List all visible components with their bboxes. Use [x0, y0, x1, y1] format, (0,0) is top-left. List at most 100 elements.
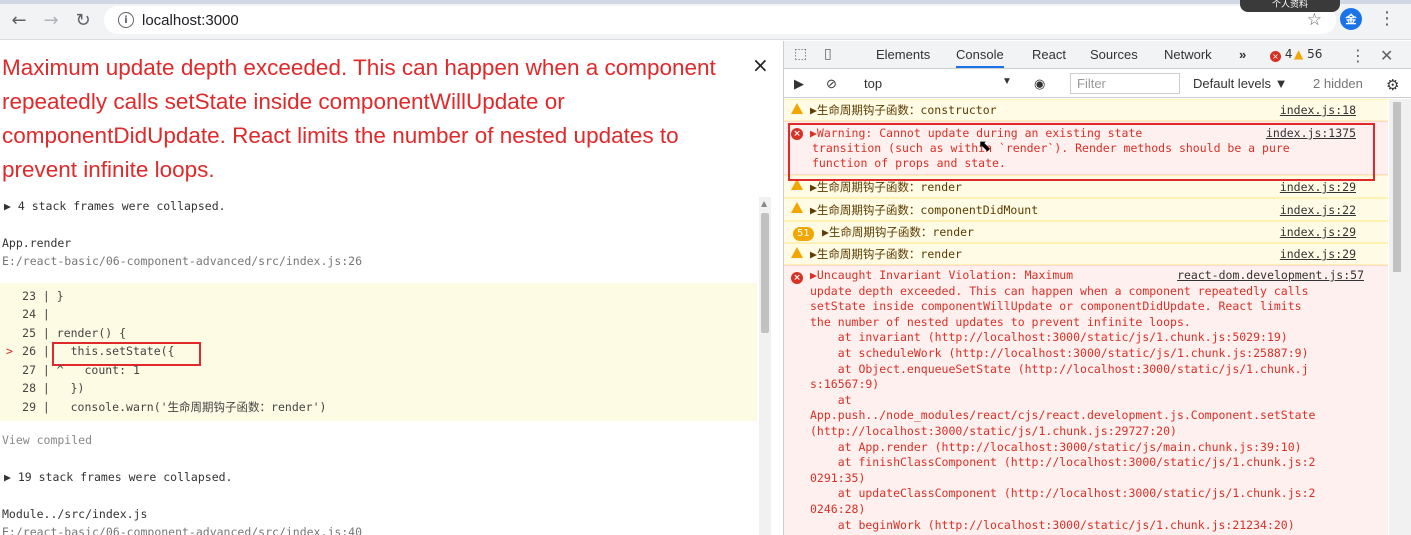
error-title: Maximum update depth exceeded. This can …: [2, 55, 716, 182]
devtools-tab-bar: ⬚ ▯ Elements Console React Sources Netwo…: [784, 41, 1411, 69]
console-message[interactable]: 51 ▶生命周期钩子函数：render index.js:29: [784, 221, 1388, 243]
forward-icon[interactable]: →: [40, 9, 62, 31]
chrome-menu-icon[interactable]: ⋮: [1378, 8, 1396, 29]
source-link[interactable]: index.js:29: [1280, 247, 1356, 263]
error-stack-trace: ▶Uncaught Invariant Violation: Maximum up…: [810, 268, 1370, 533]
collapsed-frames-toggle-2[interactable]: ▶ 19 stack frames were collapsed.: [4, 470, 232, 484]
code-line: >26 | this.setState({: [6, 344, 175, 359]
sidebar-toggle-icon[interactable]: ▶: [794, 76, 804, 92]
console-scrollbar[interactable]: [1389, 99, 1411, 535]
tab-elements[interactable]: Elements: [876, 47, 930, 62]
message-text[interactable]: ▶生命周期钩子函数：constructor: [810, 103, 997, 119]
warning-triangle-icon: ▲: [1294, 47, 1304, 61]
tab-react[interactable]: React: [1032, 47, 1066, 62]
message-text[interactable]: ▶生命周期钩子函数：render: [822, 225, 974, 241]
scroll-thumb[interactable]: [1393, 102, 1401, 272]
source-link[interactable]: react-dom.development.js:57: [1177, 268, 1364, 284]
collapsed-frames-toggle[interactable]: ▶ 4 stack frames were collapsed.: [4, 199, 226, 213]
uncaught-error-message[interactable]: × ▶Uncaught Invariant Violation: Maximum…: [784, 265, 1388, 535]
code-line: 25 | render() {: [6, 326, 126, 344]
message-text[interactable]: ▶生命周期钩子函数：render: [810, 247, 962, 263]
stack-trace-line: s:16567:9): [810, 377, 880, 392]
error-counter[interactable]: × 4: [1270, 47, 1292, 62]
reload-icon[interactable]: ↻: [72, 9, 94, 31]
scroll-up-arrow-icon[interactable]: ▲: [761, 199, 767, 208]
stack-trace-line: 0246:28): [810, 501, 866, 516]
back-icon[interactable]: ←: [8, 9, 30, 31]
console-message[interactable]: ▶生命周期钩子函数：componentDidMount index.js:22: [784, 198, 1388, 221]
tab-sources[interactable]: Sources: [1090, 47, 1138, 62]
line-number: 29: [22, 400, 36, 415]
context-select[interactable]: top ▼: [864, 76, 1014, 91]
code-text: }: [49, 289, 64, 303]
context-value: top: [864, 76, 883, 91]
bookmark-star-icon[interactable]: ☆: [1307, 10, 1322, 30]
stack-trace-line: 0291:35): [810, 470, 866, 485]
warning-counter[interactable]: ▲ 56: [1294, 47, 1322, 61]
profile-chip[interactable]: 个人资料: [1240, 0, 1340, 12]
window-top-strip: [0, 0, 1411, 4]
line-number: 25: [22, 325, 36, 340]
view-compiled-link[interactable]: View compiled: [2, 433, 92, 447]
stack-frame-function: App.render: [2, 236, 72, 250]
stack-frame-path-2[interactable]: E:/react-basic/06-component-advanced/src…: [2, 525, 362, 535]
error-circle-icon: ×: [1270, 51, 1281, 62]
repeat-count-badge: 51: [793, 225, 814, 241]
code-line: 28 | }): [6, 381, 84, 399]
code-text: this.setState({: [49, 344, 175, 359]
message-text[interactable]: ▶生命周期钩子函数：render: [810, 180, 962, 196]
warning-icon: [791, 247, 803, 263]
code-text: }): [49, 381, 85, 395]
stack-trace-line: setState inside componentWillUpdate or c…: [810, 299, 1302, 314]
console-message[interactable]: ▶生命周期钩子函数：render index.js:29: [784, 243, 1388, 265]
tab-console[interactable]: Console: [956, 47, 1004, 68]
clear-console-icon[interactable]: ⊘: [826, 76, 837, 92]
device-toolbar-icon[interactable]: ▯: [824, 46, 832, 62]
error-icon: ×: [791, 269, 803, 285]
filter-input[interactable]: Filter: [1070, 73, 1180, 94]
stack-trace-line: at Object.enqueueSetState (http://localh…: [810, 361, 1309, 376]
tab-network[interactable]: Network: [1164, 47, 1212, 62]
highlight-annotation-box: [788, 123, 1375, 181]
console-toolbar: ▶ ⊘ top ▼ ◉ Filter Default levels ▼ 2 hi…: [784, 70, 1411, 98]
close-icon[interactable]: ×: [752, 53, 769, 77]
source-link[interactable]: index.js:29: [1280, 225, 1356, 241]
devtools-close-icon[interactable]: ✕: [1380, 46, 1393, 65]
stack-trace-line: at App.render (http://localhost:3000/sta…: [810, 439, 1302, 454]
stack-trace-line: at invariant (http://localhost:3000/stat…: [810, 330, 1288, 345]
warning-icon: [791, 179, 803, 195]
stack-trace-line: (http://localhost:3000/static/js/1.chunk…: [810, 423, 1177, 438]
log-levels-dropdown[interactable]: Default levels ▼: [1193, 76, 1288, 91]
stack-trace-line: at: [810, 392, 852, 407]
message-text[interactable]: ▶生命周期钩子函数：componentDidMount: [810, 203, 1038, 219]
code-line: 24 |: [6, 307, 50, 325]
more-tabs-icon[interactable]: »: [1239, 47, 1246, 62]
warning-count: 56: [1307, 47, 1323, 61]
stack-trace-line: at beginWork (http://localhost:3000/stat…: [810, 517, 1295, 532]
current-line-marker: >: [6, 344, 13, 359]
line-number: 26: [22, 344, 36, 359]
live-expression-eye-icon[interactable]: ◉: [1034, 76, 1045, 92]
console-message[interactable]: ▶生命周期钩子函数：constructor index.js:18: [784, 99, 1388, 121]
code-line: 23 | }: [6, 289, 64, 307]
line-number: 28: [22, 381, 36, 395]
site-info-icon[interactable]: i: [118, 12, 134, 28]
address-bar[interactable]: i localhost:3000 ☆: [104, 6, 1336, 34]
mouse-cursor-icon: ⬉: [978, 136, 992, 155]
stack-frame-path[interactable]: E:/react-basic/06-component-advanced/src…: [2, 254, 362, 268]
line-number: 27: [22, 362, 36, 377]
extension-icon[interactable]: 金: [1340, 8, 1362, 30]
overlay-scrollbar[interactable]: ▲: [759, 197, 771, 535]
devtools-menu-icon[interactable]: ⋮: [1350, 46, 1366, 65]
inspect-element-icon[interactable]: ⬚: [794, 46, 807, 62]
code-text: console.warn('生命周期钩子函数：render'): [49, 400, 327, 415]
stack-frame-function-2: Module../src/index.js: [2, 507, 148, 521]
source-link[interactable]: index.js:22: [1280, 203, 1356, 219]
scroll-thumb[interactable]: [761, 213, 769, 333]
source-link[interactable]: index.js:29: [1280, 180, 1356, 196]
code-line: 27 | ^ count: 1: [6, 363, 140, 381]
source-link[interactable]: index.js:18: [1280, 103, 1356, 119]
console-settings-gear-icon[interactable]: ⚙: [1386, 76, 1399, 94]
warning-icon: [791, 202, 803, 218]
line-number: 23: [22, 289, 36, 303]
